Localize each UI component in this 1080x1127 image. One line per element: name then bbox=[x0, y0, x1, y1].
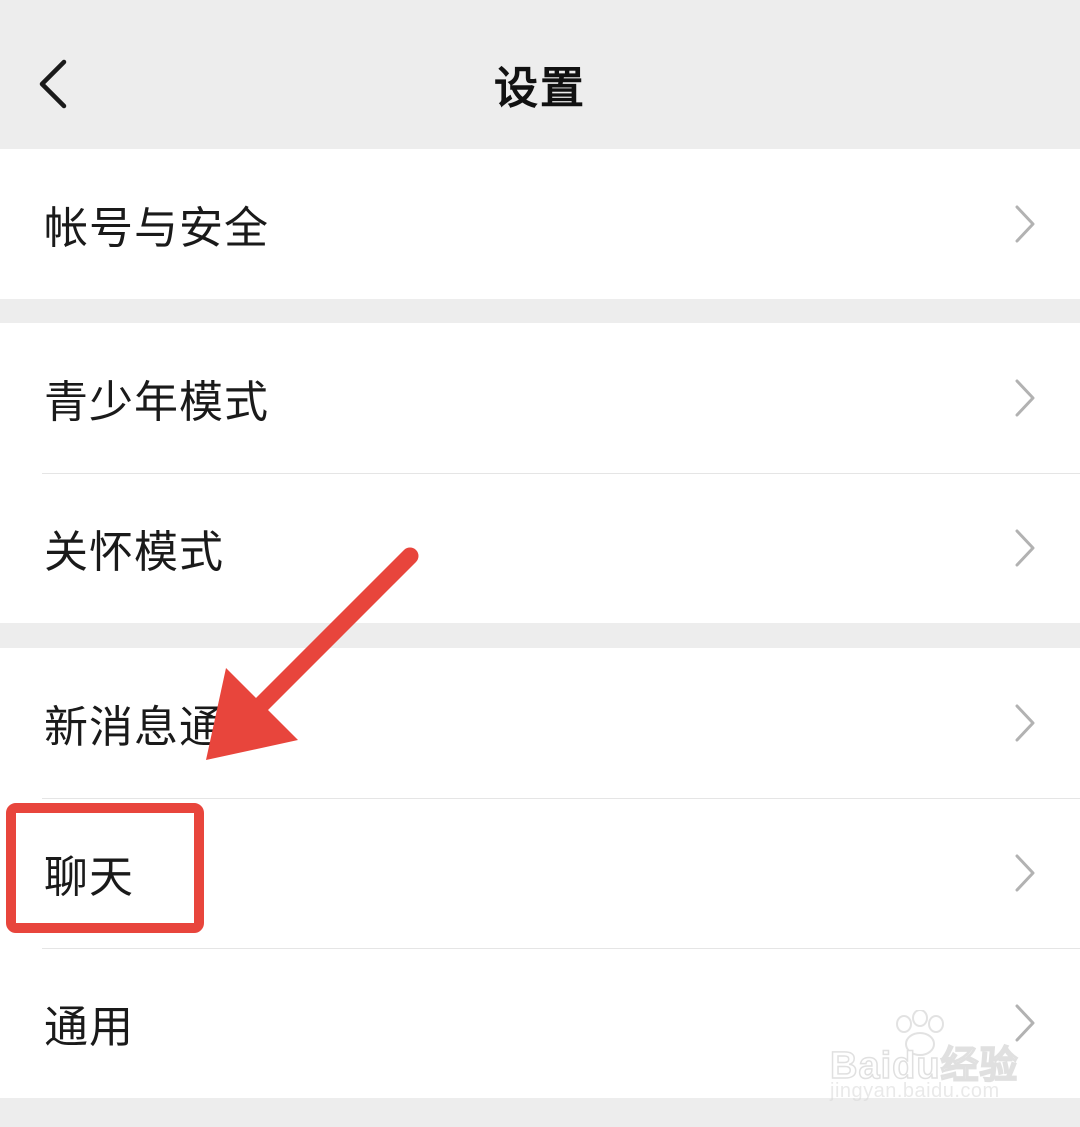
settings-item-label: 聊天 bbox=[44, 852, 134, 903]
settings-item-label: 新消息通知 bbox=[44, 702, 269, 753]
settings-item-label: 青少年模式 bbox=[44, 377, 269, 428]
settings-group-modes: 青少年模式 关怀模式 bbox=[0, 323, 1080, 623]
settings-item-notifications[interactable]: 新消息通知 bbox=[0, 648, 1080, 798]
settings-group-general: 新消息通知 聊天 通用 bbox=[0, 648, 1080, 1098]
settings-item-general[interactable]: 通用 bbox=[0, 948, 1080, 1098]
settings-item-account-security[interactable]: 帐号与安全 bbox=[0, 149, 1080, 299]
chevron-right-icon bbox=[1015, 854, 1035, 892]
chevron-right-icon bbox=[1015, 704, 1035, 742]
chevron-right-icon bbox=[1015, 529, 1035, 567]
settings-group-account: 帐号与安全 bbox=[0, 149, 1080, 299]
page-title: 设置 bbox=[494, 63, 586, 114]
settings-item-label: 帐号与安全 bbox=[44, 203, 269, 254]
settings-item-label: 关怀模式 bbox=[44, 527, 224, 578]
navigation-bar: 设置 bbox=[0, 0, 1080, 148]
settings-item-care-mode[interactable]: 关怀模式 bbox=[0, 473, 1080, 623]
chevron-right-icon bbox=[1015, 205, 1035, 243]
settings-item-chat[interactable]: 聊天 bbox=[0, 798, 1080, 948]
chevron-right-icon bbox=[1015, 1004, 1035, 1042]
chevron-right-icon bbox=[1015, 379, 1035, 417]
settings-item-teen-mode[interactable]: 青少年模式 bbox=[0, 323, 1080, 473]
settings-item-label: 通用 bbox=[44, 1002, 134, 1053]
